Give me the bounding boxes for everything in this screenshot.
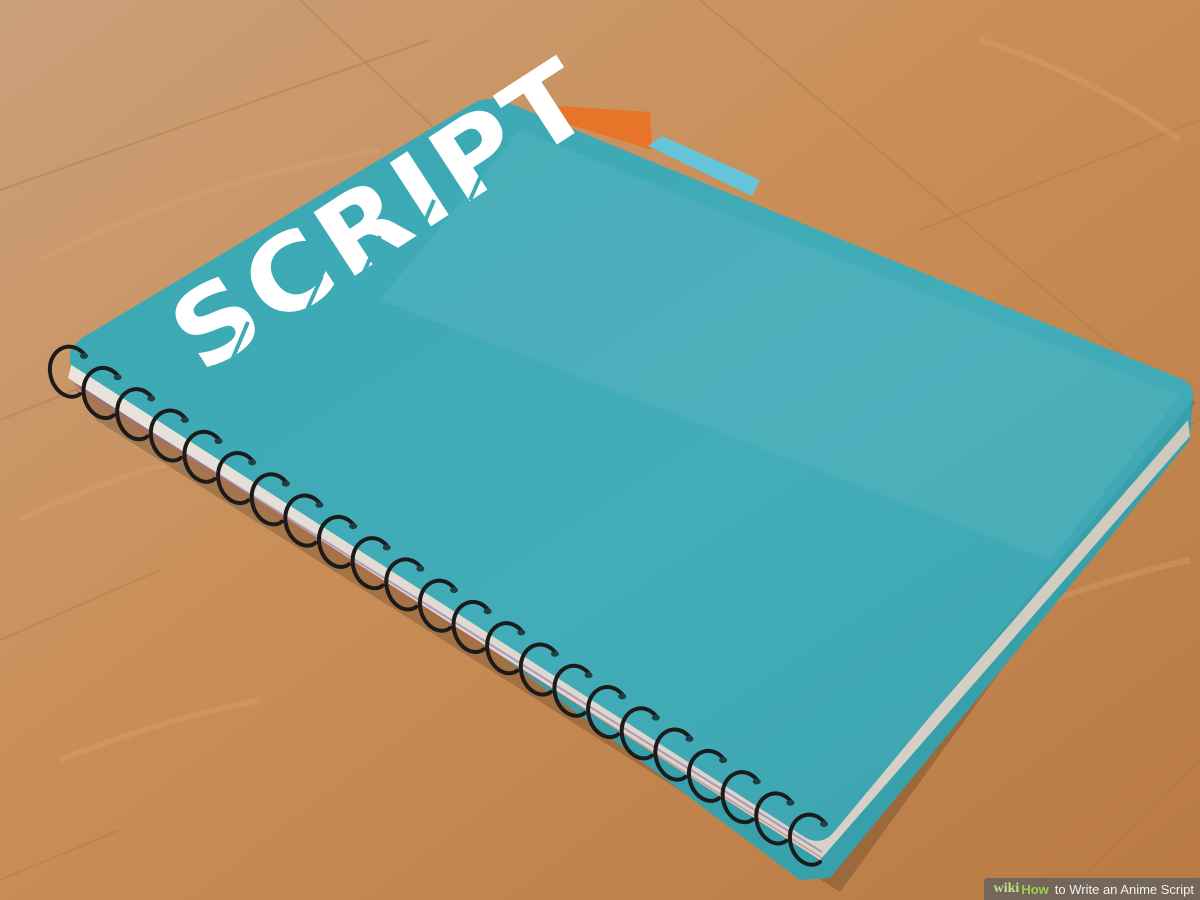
binding-hole xyxy=(517,629,526,636)
binding-hole xyxy=(820,821,828,827)
binding-hole xyxy=(281,480,290,487)
binding-hole xyxy=(752,778,761,785)
watermark-brand-wiki: wiki xyxy=(993,881,1020,896)
binding-hole xyxy=(80,353,88,359)
binding-hole xyxy=(550,650,559,657)
binding-hole xyxy=(584,672,593,679)
binding-hole xyxy=(416,565,425,572)
photo-scene: SCRIPT xyxy=(0,0,1200,900)
binding-hole xyxy=(450,587,458,593)
binding-hole xyxy=(618,693,627,700)
binding-hole xyxy=(382,544,391,551)
binding-hole xyxy=(685,735,694,742)
wikihow-watermark: wiki How to Write an Anime Script xyxy=(983,878,1200,900)
binding-hole xyxy=(147,395,156,402)
binding-hole xyxy=(786,799,795,806)
binding-hole xyxy=(483,608,492,615)
binding-hole xyxy=(349,523,358,530)
watermark-brand-how: How xyxy=(1021,881,1049,897)
binding-hole xyxy=(248,459,257,466)
binding-hole xyxy=(315,501,324,508)
binding-hole xyxy=(113,374,122,381)
binding-hole xyxy=(651,714,660,721)
binding-hole xyxy=(214,438,223,445)
binding-hole xyxy=(719,757,728,764)
watermark-title: to Write an Anime Script xyxy=(1054,881,1194,897)
binding-hole xyxy=(180,416,189,423)
